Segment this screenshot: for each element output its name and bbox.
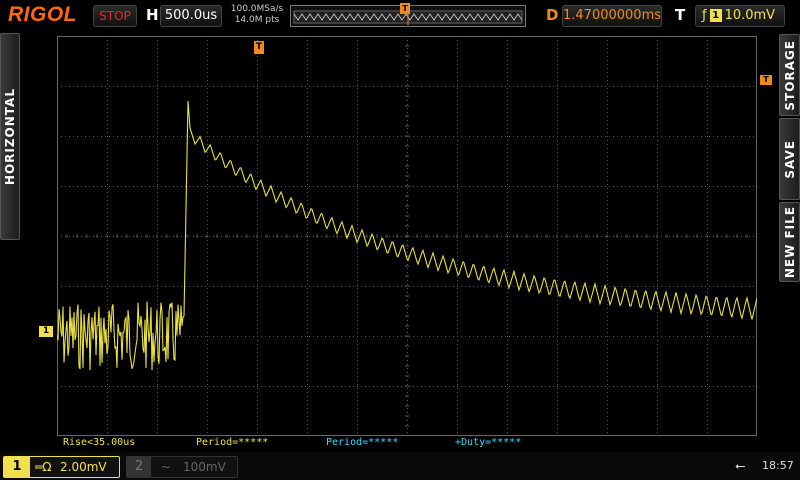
measurement-rise: Rise<35.00us: [63, 437, 136, 448]
top-status-bar: RIGOL STOP H 500.0us 100.0MSa/s 14.0M pt…: [0, 0, 800, 32]
memory-trigger-marker: T: [400, 3, 410, 14]
trigger-level-value: 10.0mV: [724, 8, 776, 23]
rising-edge-icon: ƒ: [702, 8, 707, 23]
tab-storage-label: STORAGE: [782, 39, 797, 111]
channel-1-number: 1: [4, 457, 30, 477]
dc-coupling-icon: ═Ω: [35, 460, 52, 474]
sample-rate: 100.0MSa/s: [230, 4, 284, 14]
memory-depth: 14.0M pts: [234, 15, 280, 25]
trigger-level-marker[interactable]: T: [760, 75, 772, 85]
rigol-logo: RIGOL: [8, 3, 77, 26]
waveform-display[interactable]: [57, 36, 757, 436]
tab-new-file[interactable]: NEW FILE: [779, 202, 800, 282]
tab-horizontal[interactable]: HORIZONTAL: [0, 33, 20, 240]
channel-1-settings[interactable]: 1 ═Ω 2.00mV: [3, 456, 120, 478]
tab-save[interactable]: SAVE: [779, 118, 800, 200]
channel-2-number: 2: [127, 457, 151, 477]
usb-icon: ⭠: [735, 459, 746, 474]
run-stop-status[interactable]: STOP: [93, 5, 137, 27]
timebase-value[interactable]: 500.0us: [160, 5, 222, 27]
ac-coupling-icon: ~: [161, 460, 172, 474]
trigger-position-marker[interactable]: T: [254, 41, 264, 54]
measurement-duty: +Duty=*****: [455, 437, 522, 448]
trigger-channel-badge: 1: [709, 9, 722, 22]
delay-label: D: [546, 6, 559, 24]
channel-1-scale: 2.00mV: [60, 460, 107, 474]
measurement-period-ch1: Period=*****: [196, 437, 269, 448]
tab-new-file-label: NEW FILE: [782, 205, 797, 279]
channel-2-scale: 100mV: [183, 460, 226, 474]
horizontal-label: H: [146, 6, 159, 24]
measurement-period-ch2: Period=*****: [326, 437, 399, 448]
graticule: [57, 36, 757, 436]
tab-storage[interactable]: STORAGE: [779, 34, 800, 116]
trigger-setting[interactable]: ƒ 1 10.0mV: [695, 5, 785, 27]
trigger-delay-value[interactable]: 1.47000000ms: [562, 5, 662, 27]
acquisition-info: 100.0MSa/s 14.0M pts: [228, 4, 286, 26]
trigger-label: T: [675, 6, 686, 24]
tab-save-label: SAVE: [782, 139, 797, 179]
system-clock: 18:57: [762, 459, 794, 472]
channel-1-offset-marker[interactable]: 1: [39, 326, 53, 337]
tab-horizontal-label: HORIZONTAL: [3, 87, 17, 186]
channel-2-settings[interactable]: 2 ~ 100mV: [126, 456, 238, 478]
bottom-status-bar: 1 ═Ω 2.00mV 2 ~ 100mV ⭠ 18:57: [0, 452, 800, 480]
